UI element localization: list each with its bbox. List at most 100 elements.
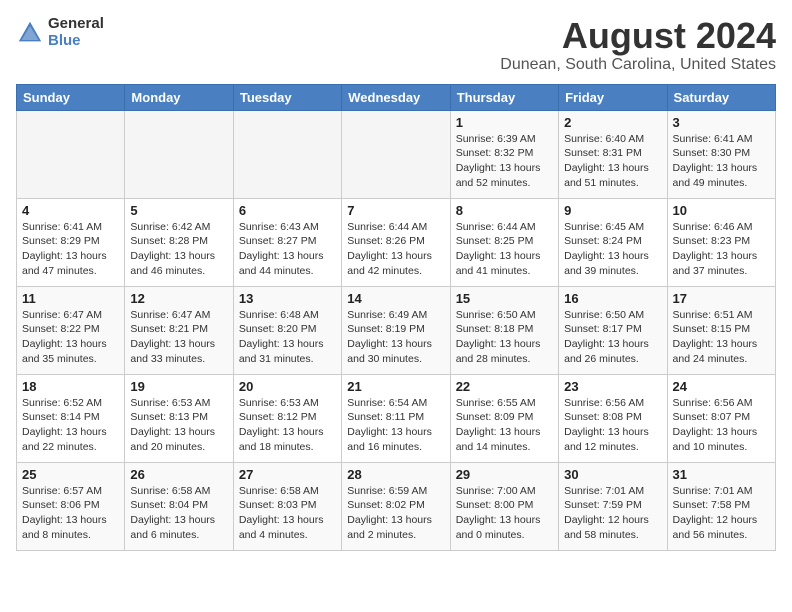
col-header-thursday: Thursday [450, 84, 558, 110]
day-info: Sunrise: 6:57 AM Sunset: 8:06 PM Dayligh… [22, 484, 119, 543]
day-info: Sunrise: 6:59 AM Sunset: 8:02 PM Dayligh… [347, 484, 444, 543]
day-number: 4 [22, 203, 119, 218]
day-number: 27 [239, 467, 336, 482]
calendar-cell: 23 Sunrise: 6:56 AM Sunset: 8:08 PM Dayli… [559, 374, 667, 462]
calendar-cell: 27 Sunrise: 6:58 AM Sunset: 8:03 PM Dayli… [233, 462, 341, 550]
col-header-monday: Monday [125, 84, 233, 110]
calendar-cell: 20 Sunrise: 6:53 AM Sunset: 8:12 PM Dayli… [233, 374, 341, 462]
col-header-sunday: Sunday [17, 84, 125, 110]
calendar-cell: 14 Sunrise: 6:49 AM Sunset: 8:19 PM Dayli… [342, 286, 450, 374]
day-number: 12 [130, 291, 227, 306]
day-info: Sunrise: 6:48 AM Sunset: 8:20 PM Dayligh… [239, 308, 336, 367]
day-info: Sunrise: 6:41 AM Sunset: 8:30 PM Dayligh… [673, 132, 770, 191]
day-number: 13 [239, 291, 336, 306]
day-info: Sunrise: 6:43 AM Sunset: 8:27 PM Dayligh… [239, 220, 336, 279]
day-info: Sunrise: 6:40 AM Sunset: 8:31 PM Dayligh… [564, 132, 661, 191]
day-info: Sunrise: 6:58 AM Sunset: 8:04 PM Dayligh… [130, 484, 227, 543]
day-info: Sunrise: 6:52 AM Sunset: 8:14 PM Dayligh… [22, 396, 119, 455]
calendar-cell [17, 110, 125, 198]
calendar-cell: 11 Sunrise: 6:47 AM Sunset: 8:22 PM Dayli… [17, 286, 125, 374]
day-number: 24 [673, 379, 770, 394]
calendar-cell: 10Sunrise: 6:46 AM Sunset: 8:23 PM Dayli… [667, 198, 775, 286]
day-info: Sunrise: 6:47 AM Sunset: 8:22 PM Dayligh… [22, 308, 119, 367]
day-info: Sunrise: 6:54 AM Sunset: 8:11 PM Dayligh… [347, 396, 444, 455]
calendar-header: SundayMondayTuesdayWednesdayThursdayFrid… [17, 84, 776, 110]
day-number: 1 [456, 115, 553, 130]
week-row-3: 11 Sunrise: 6:47 AM Sunset: 8:22 PM Dayli… [17, 286, 776, 374]
calendar-cell: 4Sunrise: 6:41 AM Sunset: 8:29 PM Daylig… [17, 198, 125, 286]
calendar-cell: 31 Sunrise: 7:01 AM Sunset: 7:58 PM Dayli… [667, 462, 775, 550]
day-info: Sunrise: 6:44 AM Sunset: 8:25 PM Dayligh… [456, 220, 553, 279]
calendar-cell: 12 Sunrise: 6:47 AM Sunset: 8:21 PM Dayli… [125, 286, 233, 374]
calendar-cell [233, 110, 341, 198]
col-header-tuesday: Tuesday [233, 84, 341, 110]
day-number: 18 [22, 379, 119, 394]
day-info: Sunrise: 7:00 AM Sunset: 8:00 PM Dayligh… [456, 484, 553, 543]
col-header-wednesday: Wednesday [342, 84, 450, 110]
day-info: Sunrise: 6:47 AM Sunset: 8:21 PM Dayligh… [130, 308, 227, 367]
day-number: 22 [456, 379, 553, 394]
calendar-body: 1 Sunrise: 6:39 AM Sunset: 8:32 PM Daylig… [17, 110, 776, 550]
calendar-cell: 9 Sunrise: 6:45 AM Sunset: 8:24 PM Daylig… [559, 198, 667, 286]
week-row-1: 1 Sunrise: 6:39 AM Sunset: 8:32 PM Daylig… [17, 110, 776, 198]
day-number: 11 [22, 291, 119, 306]
day-number: 6 [239, 203, 336, 218]
day-info: Sunrise: 6:50 AM Sunset: 8:18 PM Dayligh… [456, 308, 553, 367]
day-info: Sunrise: 6:44 AM Sunset: 8:26 PM Dayligh… [347, 220, 444, 279]
calendar-cell: 16 Sunrise: 6:50 AM Sunset: 8:17 PM Dayli… [559, 286, 667, 374]
day-info: Sunrise: 6:45 AM Sunset: 8:24 PM Dayligh… [564, 220, 661, 279]
day-info: Sunrise: 6:50 AM Sunset: 8:17 PM Dayligh… [564, 308, 661, 367]
day-number: 7 [347, 203, 444, 218]
calendar-cell: 5 Sunrise: 6:42 AM Sunset: 8:28 PM Daylig… [125, 198, 233, 286]
day-number: 10 [673, 203, 770, 218]
day-info: Sunrise: 6:56 AM Sunset: 8:08 PM Dayligh… [564, 396, 661, 455]
calendar-cell: 24 Sunrise: 6:56 AM Sunset: 8:07 PM Dayli… [667, 374, 775, 462]
day-info: Sunrise: 6:56 AM Sunset: 8:07 PM Dayligh… [673, 396, 770, 455]
day-info: Sunrise: 7:01 AM Sunset: 7:59 PM Dayligh… [564, 484, 661, 543]
logo: General Blue [16, 16, 104, 49]
day-info: Sunrise: 6:53 AM Sunset: 8:13 PM Dayligh… [130, 396, 227, 455]
week-row-4: 18 Sunrise: 6:52 AM Sunset: 8:14 PM Dayli… [17, 374, 776, 462]
day-number: 25 [22, 467, 119, 482]
day-info: Sunrise: 6:39 AM Sunset: 8:32 PM Dayligh… [456, 132, 553, 191]
logo-general: General [48, 16, 104, 33]
col-header-saturday: Saturday [667, 84, 775, 110]
day-info: Sunrise: 6:58 AM Sunset: 8:03 PM Dayligh… [239, 484, 336, 543]
day-info: Sunrise: 6:51 AM Sunset: 8:15 PM Dayligh… [673, 308, 770, 367]
day-number: 30 [564, 467, 661, 482]
calendar-cell: 26 Sunrise: 6:58 AM Sunset: 8:04 PM Dayli… [125, 462, 233, 550]
calendar-cell: 25 Sunrise: 6:57 AM Sunset: 8:06 PM Dayli… [17, 462, 125, 550]
day-number: 3 [673, 115, 770, 130]
day-info: Sunrise: 6:53 AM Sunset: 8:12 PM Dayligh… [239, 396, 336, 455]
day-number: 5 [130, 203, 227, 218]
day-number: 14 [347, 291, 444, 306]
day-number: 17 [673, 291, 770, 306]
calendar-cell: 18 Sunrise: 6:52 AM Sunset: 8:14 PM Dayli… [17, 374, 125, 462]
day-number: 26 [130, 467, 227, 482]
day-number: 19 [130, 379, 227, 394]
logo-blue: Blue [48, 33, 104, 50]
day-number: 20 [239, 379, 336, 394]
day-info: Sunrise: 7:01 AM Sunset: 7:58 PM Dayligh… [673, 484, 770, 543]
calendar-cell: 6 Sunrise: 6:43 AM Sunset: 8:27 PM Daylig… [233, 198, 341, 286]
calendar-title: August 2024 [500, 16, 776, 56]
calendar-cell: 1 Sunrise: 6:39 AM Sunset: 8:32 PM Daylig… [450, 110, 558, 198]
day-number: 2 [564, 115, 661, 130]
logo-text: General Blue [48, 16, 104, 49]
calendar-cell: 29Sunrise: 7:00 AM Sunset: 8:00 PM Dayli… [450, 462, 558, 550]
week-row-2: 4Sunrise: 6:41 AM Sunset: 8:29 PM Daylig… [17, 198, 776, 286]
calendar-table: SundayMondayTuesdayWednesdayThursdayFrid… [16, 84, 776, 551]
day-info: Sunrise: 6:55 AM Sunset: 8:09 PM Dayligh… [456, 396, 553, 455]
day-number: 9 [564, 203, 661, 218]
day-number: 15 [456, 291, 553, 306]
header-row: SundayMondayTuesdayWednesdayThursdayFrid… [17, 84, 776, 110]
day-info: Sunrise: 6:42 AM Sunset: 8:28 PM Dayligh… [130, 220, 227, 279]
day-info: Sunrise: 6:49 AM Sunset: 8:19 PM Dayligh… [347, 308, 444, 367]
calendar-cell: 21Sunrise: 6:54 AM Sunset: 8:11 PM Dayli… [342, 374, 450, 462]
calendar-cell: 2 Sunrise: 6:40 AM Sunset: 8:31 PM Daylig… [559, 110, 667, 198]
col-header-friday: Friday [559, 84, 667, 110]
day-number: 23 [564, 379, 661, 394]
day-number: 31 [673, 467, 770, 482]
calendar-cell: 13 Sunrise: 6:48 AM Sunset: 8:20 PM Dayli… [233, 286, 341, 374]
day-number: 16 [564, 291, 661, 306]
